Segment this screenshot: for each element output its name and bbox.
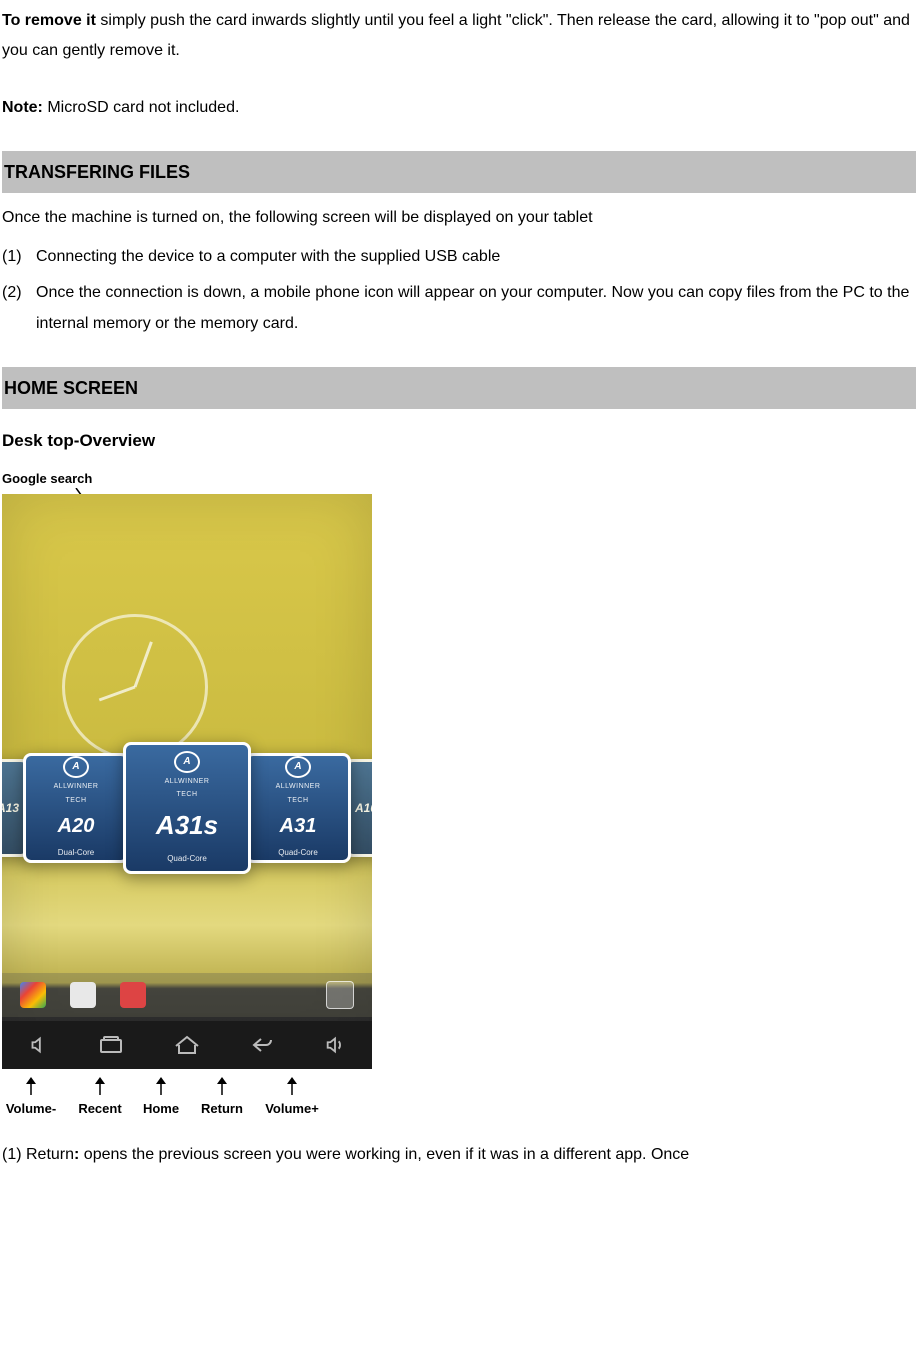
clock-widget-icon [62, 614, 208, 760]
app-icon [120, 982, 146, 1008]
return-icon [250, 1034, 274, 1056]
arrow-up-icon [23, 1077, 39, 1095]
app-drawer-icon [326, 981, 354, 1009]
return-description: (1) Return: opens the previous screen yo… [2, 1140, 916, 1170]
note-bold: Note: [2, 99, 43, 116]
chip-a31s: A ALLWINNER TECH A31s Quad-Core [123, 742, 251, 874]
list-number: (2) [2, 278, 36, 339]
return-prefix: (1) Return [2, 1146, 74, 1163]
remove-bold: To remove it [2, 12, 96, 29]
arrow-up-icon [153, 1077, 169, 1095]
volume-minus-label: Volume- [6, 1101, 56, 1116]
return-label: Return [201, 1101, 243, 1116]
chip-a31: A ALLWINNER TECH A31 Quad-Core [245, 753, 351, 863]
chip-a20: A ALLWINNER TECH A20 Dual-Core [23, 753, 129, 863]
volume-down-icon [27, 1034, 49, 1056]
return-rest: opens the previous screen you were worki… [79, 1146, 689, 1163]
recent-apps-icon [98, 1034, 124, 1056]
play-store-icon [20, 982, 46, 1008]
desktop-overview-heading: Desk top-Overview [2, 425, 916, 457]
section-home-screen: HOME SCREEN [2, 367, 916, 409]
app-icon [70, 982, 96, 1008]
remove-text: simply push the card inwards slightly un… [2, 12, 910, 59]
arrow-up-icon [214, 1077, 230, 1095]
home-label: Home [143, 1101, 179, 1116]
arrow-up-icon [92, 1077, 108, 1095]
list-text: Once the connection is down, a mobile ph… [36, 278, 916, 339]
note-text: MicroSD card not included. [43, 99, 240, 116]
home-screen-figure: A13 A ALLWINNER TECH A20 Dual-Core A ALL… [2, 494, 372, 1122]
note-paragraph: Note: MicroSD card not included. [2, 93, 916, 123]
transfer-item-2: (2) Once the connection is down, a mobil… [2, 278, 916, 339]
transfer-intro: Once the machine is turned on, the follo… [2, 203, 916, 233]
app-dock [2, 973, 372, 1017]
allwinner-logo-icon: A [63, 756, 89, 778]
list-text: Connecting the device to a computer with… [36, 242, 916, 272]
google-search-caption: Google search [2, 467, 916, 492]
section-transferring-files: TRANSFERING FILES [2, 151, 916, 193]
transfer-item-1: (1) Connecting the device to a computer … [2, 242, 916, 272]
volume-plus-label: Volume+ [265, 1101, 319, 1116]
home-icon [173, 1034, 201, 1056]
system-navbar [2, 1021, 372, 1069]
recent-label: Recent [78, 1101, 121, 1116]
tablet-home-screenshot: A13 A ALLWINNER TECH A20 Dual-Core A ALL… [2, 494, 372, 1069]
navbar-callout-labels: Volume- Recent Home Return Volume+ [2, 1077, 372, 1122]
chip-carousel: A13 A ALLWINNER TECH A20 Dual-Core A ALL… [2, 742, 372, 874]
volume-up-icon [323, 1034, 347, 1056]
remove-paragraph: To remove it simply push the card inward… [2, 6, 916, 67]
arrow-up-icon [284, 1077, 300, 1095]
allwinner-logo-icon: A [174, 751, 200, 773]
allwinner-logo-icon: A [285, 756, 311, 778]
list-number: (1) [2, 242, 36, 272]
